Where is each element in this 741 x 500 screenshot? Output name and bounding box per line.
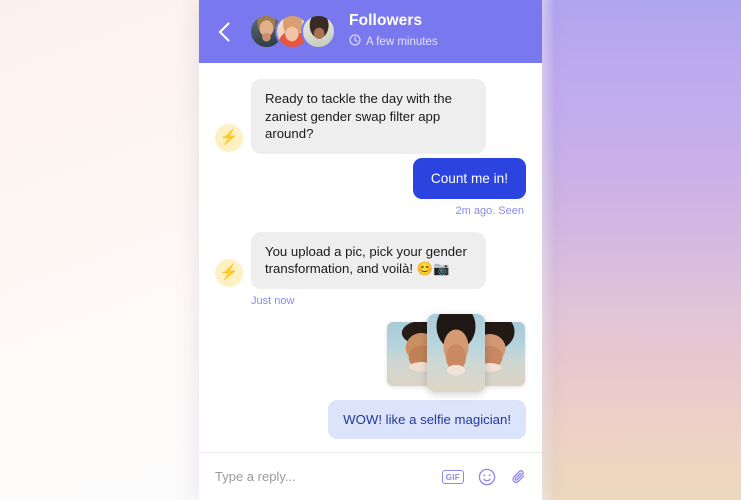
message-bubble-light[interactable]: WOW! like a selfie magician! xyxy=(328,399,526,439)
message-status: 2m ago. Seen xyxy=(455,204,525,217)
smiley-icon[interactable] xyxy=(478,468,496,486)
chat-subtitle-row: A few minutes xyxy=(349,33,438,51)
chat-header: Followers A few minutes xyxy=(199,0,542,63)
message-list[interactable]: ⚡ Ready to tackle the day with the zanie… xyxy=(199,63,542,452)
paperclip-icon[interactable] xyxy=(510,468,528,486)
composer-actions: GIF xyxy=(441,468,528,486)
back-button[interactable] xyxy=(211,19,237,45)
lightning-bolt-icon: ⚡ xyxy=(215,123,243,152)
chevron-left-icon xyxy=(217,21,231,43)
header-text-group: Followers A few minutes xyxy=(349,12,438,51)
chat-subtitle: A few minutes xyxy=(366,36,438,48)
composer-bar: GIF xyxy=(199,452,542,500)
message-row-incoming: ⚡ Ready to tackle the day with the zanie… xyxy=(215,79,526,154)
screenshot-stage: Followers A few minutes ⚡ Ready to tackl… xyxy=(0,0,741,500)
message-bubble[interactable]: You upload a pic, pick your gender trans… xyxy=(251,231,486,289)
message-bubble[interactable]: Ready to tackle the day with the zaniest… xyxy=(251,79,486,154)
message-timestamp: Just now xyxy=(251,294,295,307)
reply-input[interactable] xyxy=(215,469,442,484)
message-row-incoming: ⚡ You upload a pic, pick your gender tra… xyxy=(215,231,526,289)
photo-result-female-featured[interactable] xyxy=(427,313,485,392)
message-bubble-primary[interactable]: Count me in! xyxy=(412,157,526,199)
lightning-bolt-icon: ⚡ xyxy=(215,258,243,287)
clock-icon xyxy=(349,33,361,51)
decorative-gradient-panel xyxy=(541,0,741,500)
avatar-participant-3[interactable] xyxy=(301,14,336,49)
message-row-outgoing: WOW! like a selfie magician! xyxy=(215,399,526,439)
avatar-stack[interactable] xyxy=(249,14,336,49)
photo-attachment-carousel[interactable] xyxy=(215,313,526,392)
gif-icon[interactable]: GIF xyxy=(441,469,464,484)
page-title: Followers xyxy=(349,12,423,29)
chat-panel: Followers A few minutes ⚡ Ready to tackl… xyxy=(199,0,542,500)
message-row-outgoing: Count me in! xyxy=(215,157,526,199)
